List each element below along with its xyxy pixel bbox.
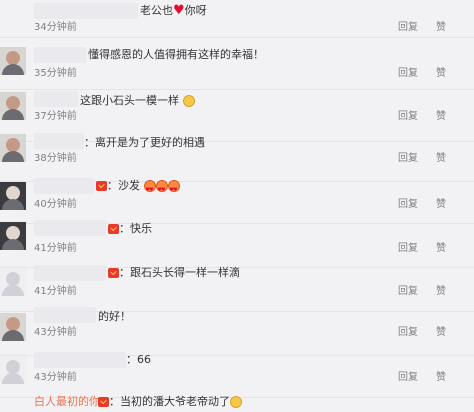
- avatar[interactable]: [0, 182, 26, 210]
- comment-text: ：快乐: [108, 221, 152, 237]
- reply-button[interactable]: 回复: [398, 67, 418, 81]
- comment-author[interactable]: [34, 91, 78, 107]
- avatar[interactable]: [0, 356, 26, 384]
- love-emoji-icon: [143, 180, 156, 198]
- comment-text-part: 这跟小石头一模一样: [80, 94, 179, 107]
- reply-button[interactable]: 回复: [398, 285, 418, 299]
- heart-emoji-icon: ♥: [173, 3, 185, 18]
- like-button[interactable]: 赞: [436, 110, 446, 124]
- comment-text: 的好！: [98, 310, 131, 323]
- comment-author[interactable]: [34, 265, 106, 281]
- vip-badge-icon: [98, 397, 109, 407]
- comment-text-part: ：快乐: [119, 222, 152, 235]
- reply-button[interactable]: 回复: [398, 371, 418, 385]
- comment-time: 41分钟前: [34, 243, 77, 254]
- like-button[interactable]: 赞: [436, 285, 446, 299]
- avatar[interactable]: [0, 92, 26, 120]
- comment-text-part: 你呀: [184, 4, 207, 17]
- reply-button[interactable]: 回复: [398, 110, 418, 124]
- avatar[interactable]: [0, 134, 26, 162]
- comment-author[interactable]: [34, 133, 84, 149]
- like-button[interactable]: 赞: [436, 21, 446, 35]
- comment-author[interactable]: [34, 220, 106, 236]
- like-button[interactable]: 赞: [436, 152, 446, 166]
- comment-author[interactable]: 白人最初的你: [34, 394, 100, 410]
- comment-item: 老公也♥你呀 34分钟前 回复 赞: [0, 0, 474, 38]
- vip-badge-icon: [108, 268, 119, 278]
- reply-button[interactable]: 回复: [398, 326, 418, 340]
- comment-text-part: ：沙发: [107, 179, 140, 192]
- comment-time: 35分钟前: [34, 68, 77, 79]
- avatar[interactable]: [0, 268, 26, 296]
- comment-time: 41分钟前: [34, 286, 77, 297]
- comment-text: 这跟小石头一模一样: [80, 93, 195, 109]
- avatar[interactable]: [0, 222, 26, 250]
- comment-item: 白人最初的你 ：当初的潘大爷老帝动了: [0, 390, 474, 412]
- reply-button[interactable]: 回复: [398, 198, 418, 212]
- comment-author-name[interactable]: 白人最初的你: [34, 395, 100, 408]
- comment-text-part: ：当初的潘大爷老帝动了: [109, 395, 230, 408]
- comment-author[interactable]: [34, 307, 96, 323]
- comment-text: ：66: [126, 353, 151, 366]
- reply-button[interactable]: 回复: [398, 152, 418, 166]
- comment-text-part: ：跟石头长得一样一样滴: [119, 266, 240, 279]
- comment-text: 懂得感恩的人值得拥有这样的幸福！: [88, 48, 264, 61]
- comment-time: 43分钟前: [34, 327, 77, 338]
- comment-author[interactable]: [34, 47, 86, 63]
- comment-text: 老公也♥你呀: [140, 3, 207, 19]
- reply-button[interactable]: 回复: [398, 242, 418, 256]
- laugh-emoji-icon: [230, 396, 242, 408]
- comment-author[interactable]: [34, 3, 138, 19]
- like-button[interactable]: 赞: [436, 326, 446, 340]
- love-emoji-icon: [167, 180, 180, 198]
- comment-time: 40分钟前: [34, 199, 77, 210]
- comment-time: 37分钟前: [34, 111, 77, 122]
- comment-time: 34分钟前: [34, 22, 77, 33]
- vip-badge-icon: [96, 181, 107, 191]
- comment-text: ：沙发: [96, 178, 180, 198]
- comment-text: ：跟石头长得一样一样滴: [108, 265, 240, 281]
- like-button[interactable]: 赞: [436, 67, 446, 81]
- like-button[interactable]: 赞: [436, 198, 446, 212]
- reply-button[interactable]: 回复: [398, 21, 418, 35]
- comment-text: ：离开是为了更好的相遇: [84, 136, 205, 149]
- comment-time: 38分钟前: [34, 153, 77, 164]
- love-emoji-icon: [155, 180, 168, 198]
- avatar[interactable]: [0, 47, 26, 75]
- comment-time: 43分钟前: [34, 372, 77, 383]
- like-button[interactable]: 赞: [436, 371, 446, 385]
- comment-item: 懂得感恩的人值得拥有这样的幸福！ 35分钟前 回复 赞: [0, 38, 474, 90]
- comment-text: ：当初的潘大爷老帝动了: [98, 394, 242, 410]
- comment-author[interactable]: [34, 352, 126, 368]
- comment-author[interactable]: [34, 178, 94, 194]
- comment-list: 老公也♥你呀 34分钟前 回复 赞 懂得感恩的人值得拥有这样的幸福！ 35分钟前…: [0, 0, 474, 412]
- comment-text-part: 老公也: [140, 4, 173, 17]
- avatar[interactable]: [0, 313, 26, 341]
- smile-emoji-icon: [182, 95, 195, 107]
- like-button[interactable]: 赞: [436, 242, 446, 256]
- vip-badge-icon: [108, 224, 119, 234]
